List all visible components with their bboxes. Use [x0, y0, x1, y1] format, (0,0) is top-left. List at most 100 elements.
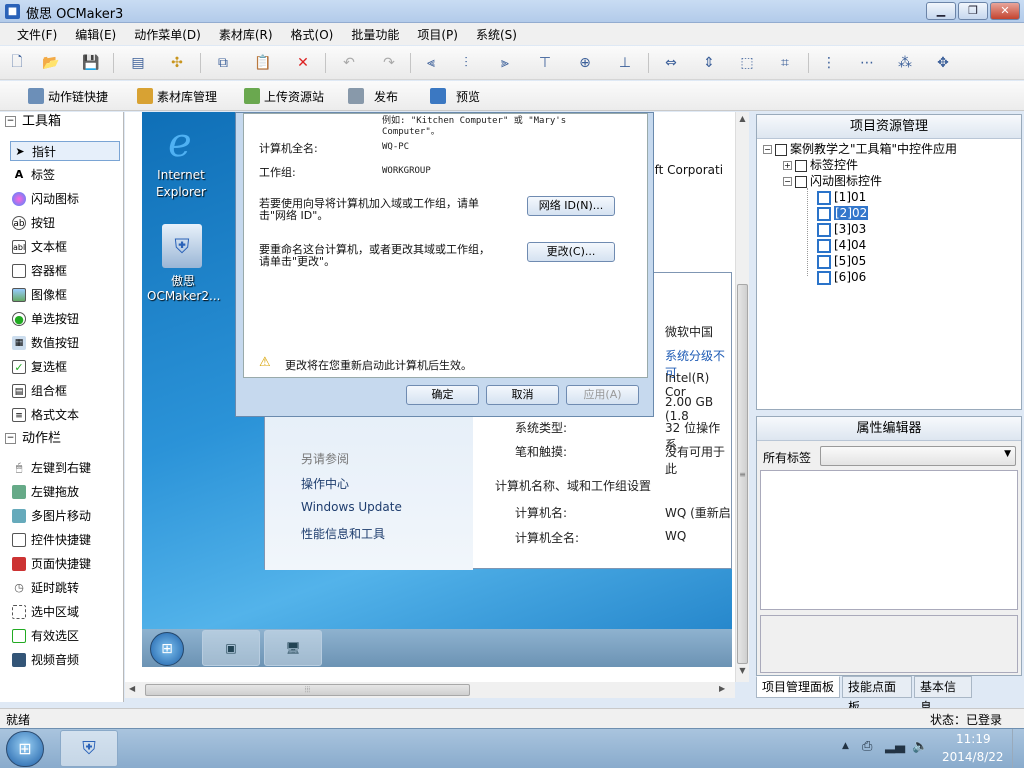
tool-numeric[interactable]: ▦ 数值按钮 — [10, 333, 120, 353]
ocmaker-taskbar-icon[interactable]: ⛨ — [60, 730, 118, 767]
puzzle-icon[interactable]: ✣ — [166, 52, 188, 74]
menu-format[interactable]: 格式(O) — [282, 23, 343, 45]
minimize-button[interactable]: ▁ — [926, 2, 956, 20]
tool-button[interactable]: ab 按钮 — [10, 213, 120, 233]
apply-button[interactable]: 应用(A) — [566, 385, 639, 405]
h-spacing-icon[interactable]: ⋮ — [818, 52, 840, 74]
tree-leaf-selected[interactable]: [2]02 — [817, 205, 869, 221]
tree-node-flash[interactable]: − 闪动图标控件 — [783, 173, 882, 189]
align-top-icon[interactable]: ⊤ — [534, 52, 556, 74]
tool-richtext[interactable]: ≡ 格式文本 — [10, 405, 120, 425]
collapse-icon[interactable]: − — [5, 433, 16, 444]
redo-icon[interactable]: ↷ — [378, 52, 400, 74]
design-canvas[interactable]: ℯ Internet Explorer ⛨ 傲思 OCMaker2... 另请参… — [125, 112, 735, 682]
undo-icon[interactable]: ↶ — [338, 52, 360, 74]
tab-basic-info[interactable]: 基本信息 — [914, 676, 972, 714]
library-manage-button[interactable]: 素材库管理 — [137, 86, 217, 106]
tool-checkbox[interactable]: ✓ 复选框 — [10, 357, 120, 377]
tray-expand-icon[interactable]: ▲ — [842, 741, 849, 751]
tool-radio[interactable]: ● 单选按钮 — [10, 309, 120, 329]
v-spacing-icon[interactable]: ⋯ — [856, 52, 878, 74]
tree-leaf[interactable]: [3]03 — [817, 221, 866, 237]
link-action-center[interactable]: 操作中心 — [301, 475, 349, 492]
ocmaker2-icon[interactable]: ⛨ — [162, 224, 202, 268]
scroll-down-icon[interactable]: ▼ — [737, 666, 748, 678]
link-windows-update[interactable]: Windows Update — [301, 500, 402, 514]
action-left-right[interactable]: 🖱 左键到右键 — [10, 458, 120, 478]
tool-textbox[interactable]: abl 文本框 — [10, 237, 120, 257]
property-grid[interactable] — [760, 470, 1018, 610]
upload-button[interactable]: 上传资源站 — [244, 86, 324, 106]
cancel-button[interactable]: 取消 — [486, 385, 559, 405]
action-drag-drop[interactable]: 左键拖放 — [10, 482, 120, 502]
start-orb-icon[interactable]: ⊞ — [150, 632, 184, 666]
tree-leaf[interactable]: [1]01 — [817, 189, 866, 205]
menu-file[interactable]: 文件(F) — [8, 23, 66, 45]
menu-project[interactable]: 项目(P) — [408, 23, 467, 45]
link-perf-tools[interactable]: 性能信息和工具 — [301, 525, 385, 542]
tree-node-label[interactable]: + 标签控件 — [783, 157, 858, 173]
align-middle-icon[interactable]: ⊕ — [574, 52, 596, 74]
distribute-icon[interactable]: ⁂ — [894, 52, 916, 74]
menu-batch[interactable]: 批量功能 — [342, 23, 408, 45]
align-left-icon[interactable]: ⫷ — [420, 52, 442, 74]
copy-icon[interactable]: ⧉ — [212, 52, 234, 74]
scroll-right-icon[interactable]: ▶ — [719, 684, 729, 696]
open-folder-icon[interactable]: 📂 — [40, 52, 62, 74]
delete-icon[interactable]: ✕ — [292, 52, 314, 74]
menu-library[interactable]: 素材库(R) — [210, 23, 282, 45]
scroll-left-icon[interactable]: ◀ — [129, 684, 139, 696]
tool-container[interactable]: 容器框 — [10, 261, 120, 281]
same-size-icon[interactable]: ⬚ — [736, 52, 758, 74]
action-multi-image[interactable]: 多图片移动 — [10, 506, 120, 526]
show-desktop-button[interactable] — [1012, 729, 1024, 768]
tool-combo[interactable]: ▤ 组合框 — [10, 381, 120, 401]
tool-label-control[interactable]: A 标签 — [10, 165, 120, 185]
tree-root[interactable]: − 案例教学之"工具箱"中控件应用 — [763, 141, 957, 157]
network-signal-icon[interactable]: ▂▄ — [885, 739, 905, 754]
tray-device-icon[interactable]: ⎙ — [862, 739, 872, 754]
toolbox-header[interactable]: − 工具箱 — [0, 112, 123, 132]
properties-icon[interactable]: ▤ — [127, 52, 149, 74]
align-bottom-icon[interactable]: ⊥ — [614, 52, 636, 74]
collapse-icon[interactable]: − — [5, 116, 16, 127]
expand-icon[interactable]: + — [783, 161, 792, 170]
menu-system[interactable]: 系统(S) — [467, 23, 526, 45]
canvas-horizontal-scrollbar[interactable]: ◀ ⦙⦙⦙ ▶ — [125, 682, 735, 698]
network-id-button[interactable]: 网络 ID(N)... — [527, 196, 615, 216]
actions-header[interactable]: − 动作栏 — [0, 429, 123, 449]
windows-start-icon[interactable]: ⊞ — [6, 731, 44, 767]
publish-button[interactable]: 发布 — [348, 86, 398, 106]
maximize-button[interactable]: ❐ — [958, 2, 988, 20]
action-video-audio[interactable]: 视频音频 — [10, 650, 120, 670]
internet-explorer-icon[interactable]: ℯ — [160, 118, 200, 168]
tree-leaf[interactable]: [6]06 — [817, 269, 866, 285]
tree-leaf[interactable]: [4]04 — [817, 237, 866, 253]
scroll-up-icon[interactable]: ▲ — [737, 114, 748, 126]
tag-select[interactable]: ▼ — [820, 446, 1016, 466]
tool-image[interactable]: 图像框 — [10, 285, 120, 305]
change-button[interactable]: 更改(C)... — [527, 242, 615, 262]
action-delay-jump[interactable]: ◷ 延时跳转 — [10, 578, 120, 598]
tab-skill-points[interactable]: 技能点面板 — [842, 676, 912, 714]
taskbar-app2-icon[interactable]: 🖥 — [264, 630, 322, 666]
same-width-icon[interactable]: ⇔ — [660, 52, 682, 74]
action-valid-area[interactable]: 有效选区 — [10, 626, 120, 646]
collapse-icon[interactable]: − — [783, 177, 792, 186]
clock-time[interactable]: 11:19 — [956, 732, 991, 746]
menu-action[interactable]: 动作菜单(D) — [125, 23, 210, 45]
paste-icon[interactable]: 📋 — [252, 52, 274, 74]
tree-leaf[interactable]: [5]05 — [817, 253, 866, 269]
close-button[interactable]: ✕ — [990, 2, 1020, 20]
tool-flash-icon[interactable]: 闪动图标 — [10, 189, 120, 209]
action-page-hotkey[interactable]: 页面快捷键 — [10, 554, 120, 574]
center-icon[interactable]: ✥ — [932, 52, 954, 74]
hscroll-thumb[interactable]: ⦙⦙⦙ — [145, 684, 470, 696]
canvas-vertical-scrollbar[interactable]: ▲ ≡ ▼ — [735, 112, 749, 682]
tool-pointer[interactable]: ➤ 指针 — [10, 141, 120, 161]
clock-date[interactable]: 2014/8/22 — [942, 750, 1004, 764]
ok-button[interactable]: 确定 — [406, 385, 479, 405]
volume-icon[interactable]: 🔈 — [912, 739, 928, 754]
action-select-area[interactable]: 选中区域 — [10, 602, 120, 622]
action-control-hotkey[interactable]: 控件快捷键 — [10, 530, 120, 550]
